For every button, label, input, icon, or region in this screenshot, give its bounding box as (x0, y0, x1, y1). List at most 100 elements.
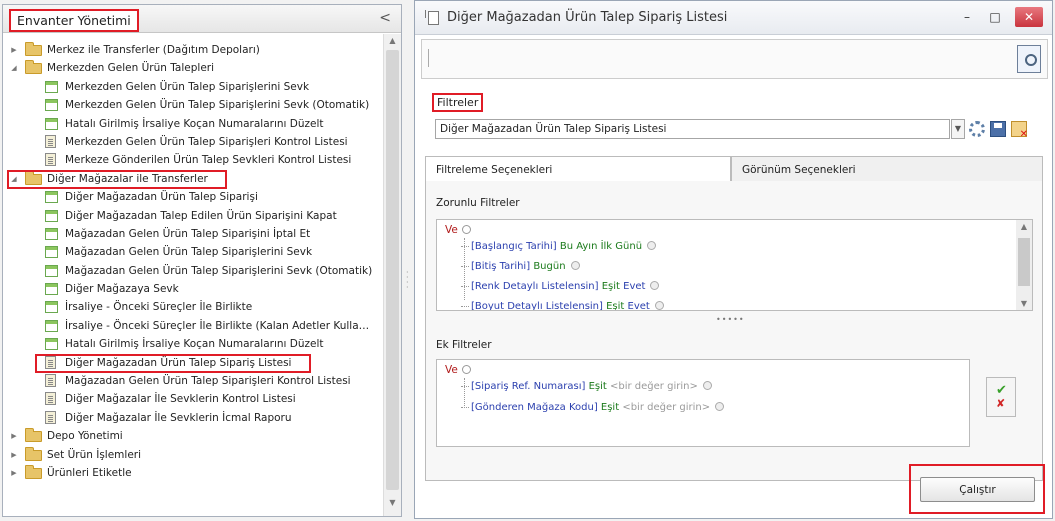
apply-filter-icon[interactable] (986, 377, 1016, 417)
window-title: Diğer Mağazadan Ürün Talep Sipariş Liste… (447, 10, 728, 25)
tree-line (461, 245, 469, 247)
condition-field[interactable]: [Gönderen Mağaza Kodu] (471, 402, 598, 413)
tree-item[interactable]: Diğer Mağazaya Sevk (3, 280, 383, 298)
collapse-panel-button[interactable]: < (379, 10, 391, 26)
form-icon (45, 209, 58, 222)
collapsed-arrow-icon[interactable]: ▶ (9, 41, 19, 59)
required-root-operator[interactable]: Ve (445, 224, 471, 236)
delete-filter-icon[interactable] (1011, 121, 1028, 140)
run-button[interactable]: Çalıştır (920, 477, 1035, 502)
tree-item[interactable]: ▶ Ürünleri Etiketle (3, 464, 383, 482)
extra-condition[interactable]: [Sipariş Ref. Numarası] Eşit <bir değer … (461, 379, 712, 395)
tree-item[interactable]: Hatalı Girilmiş İrsaliye Koçan Numaralar… (3, 335, 383, 353)
condition-field[interactable]: [Boyut Detaylı Listelensin] (471, 301, 603, 310)
condition-field[interactable]: [Sipariş Ref. Numarası] (471, 381, 585, 392)
add-condition-icon[interactable] (461, 224, 471, 234)
report-icon (45, 392, 56, 406)
filter-select[interactable]: Diğer Mağazadan Ürün Talep Sipariş Liste… (435, 119, 950, 139)
scroll-thumb[interactable] (386, 50, 399, 490)
tree-item[interactable]: İrsaliye - Önceki Süreçler İle Birlikte (3, 298, 383, 316)
tree-item[interactable]: Diğer Mağazalar İle Sevklerin İcmal Rapo… (3, 409, 383, 427)
tree-item[interactable]: Merkezden Gelen Ürün Talep Siparişlerini… (3, 78, 383, 96)
tree-item[interactable]: Diğer Mağazalar İle Sevklerin Kontrol Li… (3, 390, 383, 408)
tree-item[interactable]: Diğer Mağazadan Ürün Talep Sipariş Liste… (3, 353, 383, 373)
remove-condition-icon[interactable] (570, 260, 580, 270)
tree-item-label: Merkez ile Transferler (Dağıtım Depoları… (47, 44, 260, 56)
tree-item[interactable]: ▶ Merkez ile Transferler (Dağıtım Depolar… (3, 41, 383, 59)
tree-item[interactable]: ▶ Depo Yönetimi (3, 427, 383, 445)
tree-item[interactable]: Diğer Mağazadan Talep Edilen Ürün Sipari… (3, 207, 383, 225)
required-root-label: Ve (445, 224, 458, 236)
report-icon (45, 134, 56, 148)
tree-item-label: Diğer Mağazadan Talep Edilen Ürün Sipari… (65, 209, 337, 222)
scroll-down-icon[interactable]: ▼ (1016, 299, 1032, 308)
expanded-arrow-icon[interactable]: ◢ (9, 59, 19, 77)
form-icon (45, 264, 58, 277)
tree-item-label: Merkeze Gönderilen Ürün Talep Sevkleri K… (65, 154, 352, 167)
tree-item[interactable]: Diğer Mağazadan Ürün Talep Siparişi (3, 188, 383, 206)
tree-item[interactable]: Hatalı Girilmiş İrsaliye Koçan Numaralar… (3, 115, 383, 133)
scroll-thumb[interactable] (1018, 238, 1030, 286)
tree-item-label: Merkezden Gelen Ürün Talepleri (47, 62, 215, 75)
folder-icon (25, 42, 42, 56)
collapsed-arrow-icon[interactable]: ▶ (9, 427, 19, 445)
remove-condition-icon[interactable] (702, 380, 712, 390)
tree-item-label: Diğer Mağazaya Sevk (65, 283, 179, 296)
tab-view-options[interactable]: Görünüm Seçenekleri (731, 156, 1043, 182)
navigation-scrollbar[interactable]: ▲ ▼ (383, 34, 401, 516)
tree-item[interactable]: Mağazadan Gelen Ürün Talep Siparişini İp… (3, 225, 383, 243)
required-condition[interactable]: [Başlangıç Tarihi] Bu Ayın İlk Günü (461, 239, 657, 255)
scroll-up-icon[interactable]: ▲ (1016, 222, 1032, 231)
tree-item[interactable]: Mağazadan Gelen Ürün Talep Siparişleri K… (3, 372, 383, 390)
remove-condition-icon[interactable] (650, 280, 660, 290)
condition-operator[interactable]: Eşit (601, 402, 619, 413)
remove-condition-icon[interactable] (647, 240, 657, 250)
condition-value-placeholder[interactable]: <bir değer girin> (622, 402, 710, 413)
tab-filter-options[interactable]: Filtreleme Seçenekleri (425, 156, 731, 182)
required-condition[interactable]: [Renk Detaylı Listelensin] Eşit Evet (461, 279, 660, 295)
tree-item[interactable]: ◢ Diğer Mağazalar ile Transferler (3, 169, 383, 189)
report-search-icon[interactable] (1017, 45, 1041, 73)
condition-operator[interactable]: Eşit (606, 301, 624, 310)
tree-item[interactable]: Merkezden Gelen Ürün Talep Siparişleri K… (3, 133, 383, 151)
condition-value[interactable]: Evet (623, 281, 645, 292)
splitter-grip[interactable]: · · · · (406, 269, 410, 300)
maximize-button[interactable]: □ (983, 7, 1007, 27)
save-icon[interactable] (990, 121, 1006, 137)
extra-condition[interactable]: [Gönderen Mağaza Kodu] Eşit <bir değer g… (461, 400, 725, 416)
condition-value-placeholder[interactable]: <bir değer girin> (610, 381, 698, 392)
tree-item[interactable]: Merkeze Gönderilen Ürün Talep Sevkleri K… (3, 151, 383, 169)
condition-operator[interactable]: Eşit (602, 281, 620, 292)
condition-field[interactable]: [Bitiş Tarihi] (471, 261, 530, 272)
tree-item[interactable]: Merkezden Gelen Ürün Talep Siparişlerini… (3, 96, 383, 114)
required-scrollbar[interactable]: ▲ ▼ (1016, 220, 1032, 310)
navigation-header: Envanter Yönetimi < (3, 5, 401, 33)
collapsed-arrow-icon[interactable]: ▶ (9, 446, 19, 464)
scroll-down-icon[interactable]: ▼ (384, 498, 401, 514)
condition-field[interactable]: [Renk Detaylı Listelensin] (471, 281, 599, 292)
tree-item[interactable]: Mağazadan Gelen Ürün Talep Siparişlerini… (3, 262, 383, 280)
tree-item[interactable]: ▶ Set Ürün İşlemleri (3, 446, 383, 464)
condition-operator[interactable]: Bu Ayın İlk Günü (560, 241, 642, 252)
close-button[interactable]: ✕ (1015, 7, 1043, 27)
tree-item[interactable]: ◢ Merkezden Gelen Ürün Talepleri (3, 59, 383, 77)
resize-grip[interactable]: ••••• (716, 315, 745, 324)
collapsed-arrow-icon[interactable]: ▶ (9, 464, 19, 482)
gear-icon[interactable] (969, 121, 985, 137)
condition-operator[interactable]: Bugün (533, 261, 565, 272)
remove-condition-icon[interactable] (715, 401, 725, 411)
navigation-panel: Envanter Yönetimi < ▶ Merkez ile Transfer… (2, 4, 402, 517)
add-condition-icon[interactable] (461, 364, 471, 374)
remove-condition-icon[interactable] (654, 300, 664, 310)
chevron-down-icon[interactable]: ▼ (951, 119, 965, 139)
tree-item[interactable]: Mağazadan Gelen Ürün Talep Siparişlerini… (3, 243, 383, 261)
extra-root-operator[interactable]: Ve (445, 364, 471, 376)
condition-field[interactable]: [Başlangıç Tarihi] (471, 241, 557, 252)
condition-value[interactable]: Evet (628, 301, 650, 310)
condition-operator[interactable]: Eşit (589, 381, 607, 392)
minimize-button[interactable]: – (955, 7, 979, 27)
required-condition[interactable]: [Boyut Detaylı Listelensin] Eşit Evet (461, 299, 664, 310)
tree-item[interactable]: İrsaliye - Önceki Süreçler İle Birlikte … (3, 317, 383, 335)
tree-item-label: Mağazadan Gelen Ürün Talep Siparişleri K… (65, 375, 351, 388)
required-condition[interactable]: [Bitiş Tarihi] Bugün (461, 259, 580, 275)
